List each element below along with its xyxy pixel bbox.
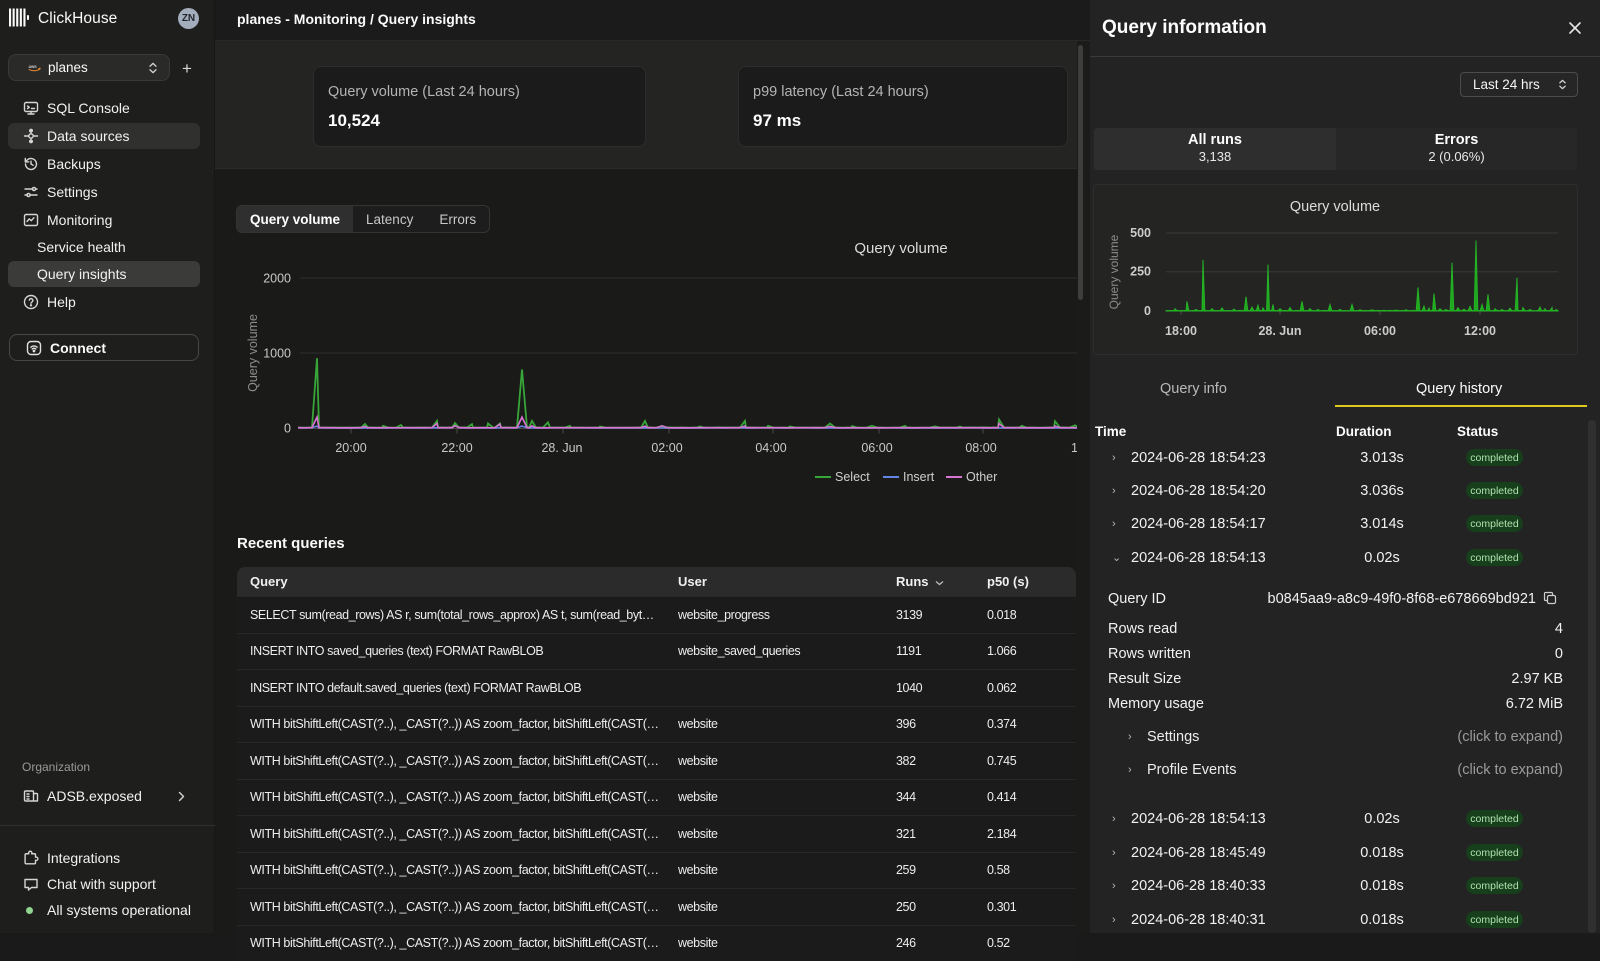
- svg-text:06:00: 06:00: [861, 441, 892, 455]
- svg-text:0: 0: [1144, 304, 1151, 318]
- svg-text:20:00: 20:00: [335, 441, 366, 455]
- svg-text:Query volume: Query volume: [1290, 199, 1380, 215]
- svg-text:Query volume: Query volume: [246, 314, 260, 392]
- svg-text:aws: aws: [29, 64, 38, 69]
- svg-text:Other: Other: [966, 470, 997, 484]
- svg-text:Select: Select: [835, 470, 870, 484]
- svg-text:08:00: 08:00: [965, 441, 996, 455]
- svg-text:Insert: Insert: [903, 470, 935, 484]
- svg-text:22:00: 22:00: [441, 441, 472, 455]
- svg-text:Query volume: Query volume: [854, 240, 947, 257]
- svg-text:Query volume: Query volume: [1107, 234, 1121, 309]
- svg-text:06:00: 06:00: [1364, 324, 1396, 338]
- svg-text:28. Jun: 28. Jun: [1258, 324, 1301, 338]
- svg-text:500: 500: [1130, 226, 1151, 240]
- svg-text:04:00: 04:00: [755, 441, 786, 455]
- svg-text:0: 0: [284, 422, 291, 436]
- svg-text:02:00: 02:00: [651, 441, 682, 455]
- svg-text:18:00: 18:00: [1165, 324, 1197, 338]
- svg-text:250: 250: [1130, 265, 1151, 279]
- svg-text:1000: 1000: [263, 347, 291, 361]
- svg-text:2000: 2000: [263, 272, 291, 286]
- svg-text:12:00: 12:00: [1464, 324, 1496, 338]
- svg-text:28. Jun: 28. Jun: [541, 441, 582, 455]
